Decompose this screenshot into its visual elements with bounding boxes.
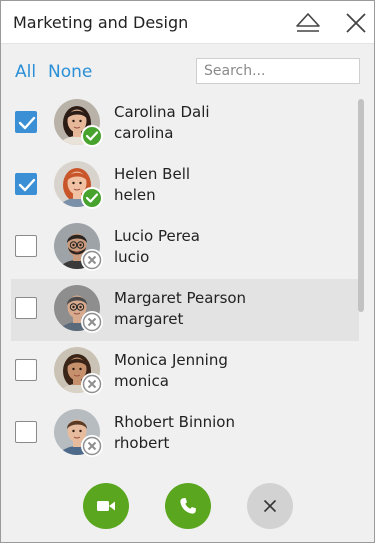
offline-status-icon <box>81 435 103 457</box>
contact-checkbox[interactable] <box>15 421 37 443</box>
contact-name: Lucio Perea <box>114 227 200 245</box>
contact-name: Monica Jenning <box>114 351 228 369</box>
close-window-button[interactable] <box>343 10 369 36</box>
avatar <box>54 161 103 209</box>
avatar <box>54 99 103 147</box>
contact-names: Lucio Perea lucio <box>114 226 200 267</box>
contact-checkbox[interactable] <box>15 111 37 133</box>
phone-icon <box>180 498 196 514</box>
contact-checkbox[interactable] <box>15 297 37 319</box>
contact-names: Margaret Pearson margaret <box>114 288 246 329</box>
contact-username: carolina <box>114 124 174 142</box>
contact-checkbox[interactable] <box>15 235 37 257</box>
video-call-button[interactable] <box>83 483 129 529</box>
contact-row[interactable]: Rhobert Binnion rhobert <box>11 403 359 465</box>
contact-checkbox[interactable] <box>15 359 37 381</box>
close-icon <box>263 499 277 513</box>
avatar <box>54 347 103 395</box>
checkmark-icon <box>18 178 36 192</box>
contact-username: lucio <box>114 248 150 266</box>
avatar <box>54 223 103 271</box>
contact-row[interactable]: Monica Jenning monica <box>11 341 359 403</box>
offline-status-icon <box>81 373 103 395</box>
checkmark-icon <box>18 116 36 130</box>
available-status-icon <box>81 187 103 209</box>
avatar <box>54 409 103 457</box>
filter-row: All None <box>1 44 374 94</box>
contact-names: Helen Bell helen <box>114 164 190 205</box>
contact-row[interactable]: Lucio Perea lucio <box>11 217 359 279</box>
contact-name: Helen Bell <box>114 165 191 183</box>
contact-list: Carolina Dali carolina Helen Bell helen Luci… <box>1 93 359 465</box>
contact-username: monica <box>114 372 169 390</box>
window-title: Marketing and Design <box>13 13 189 32</box>
scrollbar-thumb[interactable] <box>358 99 364 312</box>
available-status-icon <box>81 125 103 147</box>
contact-row[interactable]: Helen Bell helen <box>11 155 359 217</box>
group-call-dialog: Marketing and Design All None Carolina D… <box>0 0 375 543</box>
contact-row[interactable]: Margaret Pearson margaret <box>11 279 359 341</box>
eject-button[interactable] <box>295 10 321 36</box>
eject-icon <box>296 13 320 32</box>
offline-status-icon <box>81 311 103 333</box>
contact-names: Monica Jenning monica <box>114 350 228 391</box>
avatar <box>54 285 103 333</box>
contact-username: rhobert <box>114 434 170 452</box>
title-bar: Marketing and Design <box>1 1 374 44</box>
contact-name: Margaret Pearson <box>114 289 247 307</box>
cancel-button[interactable] <box>247 483 293 529</box>
contact-name: Rhobert Binnion <box>114 413 235 431</box>
contact-names: Rhobert Binnion rhobert <box>114 412 235 453</box>
action-bar <box>1 481 374 531</box>
search-input[interactable] <box>196 58 360 84</box>
select-all-link[interactable]: All <box>15 62 36 82</box>
video-camera-icon <box>97 501 115 511</box>
offline-status-icon <box>81 249 103 271</box>
contact-row[interactable]: Carolina Dali carolina <box>11 93 359 155</box>
contact-checkbox[interactable] <box>15 173 37 195</box>
audio-call-button[interactable] <box>165 483 211 529</box>
contact-username: margaret <box>114 310 184 328</box>
contact-names: Carolina Dali carolina <box>114 102 210 143</box>
contact-name: Carolina Dali <box>114 103 210 121</box>
select-none-link[interactable]: None <box>48 62 92 82</box>
contact-username: helen <box>114 186 156 204</box>
close-icon <box>346 13 366 33</box>
